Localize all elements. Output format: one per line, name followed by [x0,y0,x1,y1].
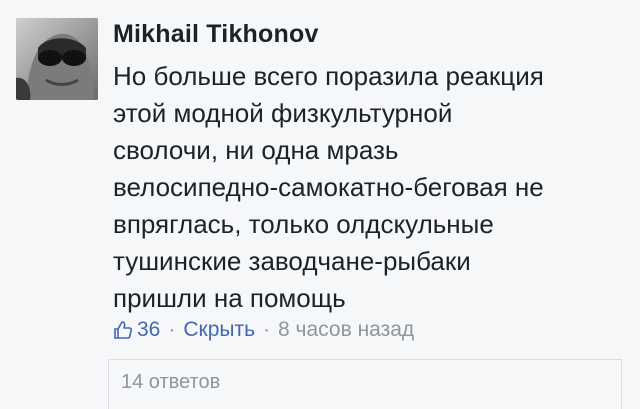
separator: · [168,318,176,341]
avatar-photo [16,18,98,100]
thumbs-up-icon [114,321,133,339]
hide-link[interactable]: Скрыть [183,318,255,342]
replies-link[interactable]: 14 ответов [108,359,622,409]
comment: Mikhail Tikhonov Но больше всего поразил… [0,0,640,409]
comment-text-line: этой модной физкультурной [113,98,453,128]
comment-timestamp[interactable]: 8 часов назад [278,318,414,342]
comment-text-line: велосипедно-самокатно-беговая не [113,172,544,202]
comment-text: Но больше всего поразила реакция этой мо… [113,58,613,317]
comment-actions: 36 · Скрыть · 8 часов назад [113,318,414,342]
comment-text-line: сволочи, ни одна мразь [113,135,399,165]
avatar[interactable] [16,18,98,100]
like-button[interactable]: 36 [113,318,160,342]
like-count: 36 [137,318,161,341]
separator: · [263,318,271,341]
comment-text-line: Но больше всего поразила реакция [113,61,544,91]
comment-author[interactable]: Mikhail Tikhonov [113,20,319,49]
comment-text-line: тушинские заводчане-рыбаки [113,246,471,276]
comment-text-line: впряглась, только олдскульные [113,209,494,239]
comment-text-line: пришли на помощь [113,283,346,313]
